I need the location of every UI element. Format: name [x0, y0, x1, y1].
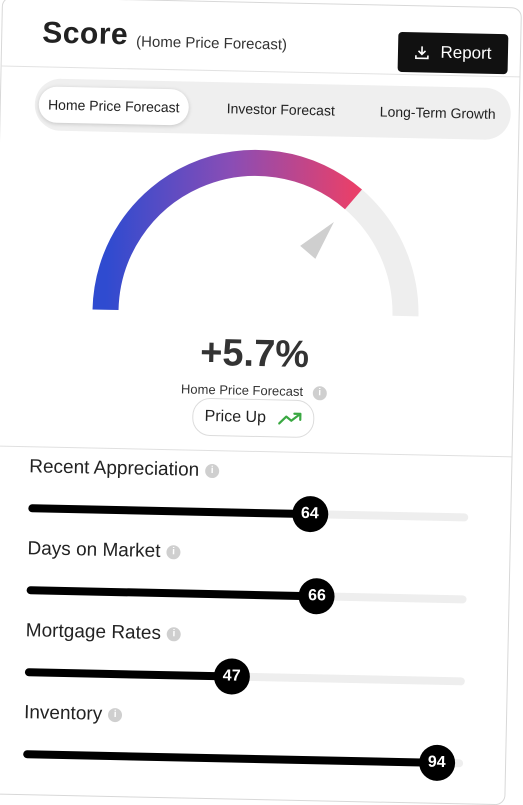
report-button-label: Report	[440, 42, 492, 63]
metric-label-text: Mortgage Rates	[25, 620, 162, 645]
metric-label-text: Inventory	[23, 702, 103, 725]
metric-mortgage-rates: Mortgage Rates i 47	[0, 619, 508, 710]
info-icon[interactable]: i	[312, 385, 327, 401]
metric-days-on-market: Days on Market i 66	[0, 537, 510, 628]
metric-value-knob[interactable]: 94	[418, 744, 456, 782]
info-icon[interactable]: i	[205, 463, 220, 479]
info-icon[interactable]: i	[166, 545, 181, 560]
metric-track: 64	[28, 495, 469, 533]
tab-home-price-forecast[interactable]: Home Price Forecast	[38, 86, 190, 126]
metric-value-knob[interactable]: 47	[213, 658, 251, 695]
metric-label: Mortgage Rates i	[26, 620, 182, 645]
forecast-gauge	[92, 149, 419, 317]
price-trend-label: Price Up	[204, 407, 267, 427]
metric-fill	[24, 668, 232, 681]
metric-label: Days on Market i	[27, 538, 181, 563]
metric-label-text: Days on Market	[27, 538, 161, 562]
metric-label-text: Recent Appreciation	[28, 456, 200, 481]
score-card: Score (Home Price Forecast) Report Home …	[0, 0, 522, 805]
gauge-caption-label: Home Price Forecast	[180, 381, 304, 399]
card-header: Score (Home Price Forecast) Report	[1, 0, 521, 78]
trending-up-icon	[277, 412, 302, 425]
tab-investor-forecast[interactable]: Investor Forecast	[210, 90, 351, 129]
card-title: Score	[41, 16, 129, 52]
metric-track: 47	[24, 658, 465, 695]
metric-label: Recent Appreciation i	[28, 456, 220, 482]
metric-fill	[28, 504, 310, 519]
metric-fill	[23, 750, 437, 767]
card-subtitle: (Home Price Forecast)	[135, 33, 288, 54]
metric-value-knob[interactable]: 64	[291, 495, 329, 533]
forecast-tabs: Home Price Forecast Investor Forecast Lo…	[34, 78, 512, 141]
price-trend-pill: Price Up	[191, 397, 315, 439]
metric-fill	[26, 586, 318, 601]
metric-recent-appreciation: Recent Appreciation i 64	[0, 455, 511, 546]
metric-track: 94	[23, 744, 464, 782]
info-icon[interactable]: i	[108, 707, 123, 723]
report-button[interactable]: Report	[397, 31, 509, 75]
section-divider	[0, 445, 512, 458]
download-icon	[415, 46, 430, 60]
metric-inventory: Inventory i 94	[0, 701, 506, 792]
gauge-pointer-icon	[300, 222, 334, 259]
info-icon[interactable]: i	[166, 627, 182, 642]
tab-long-term-growth[interactable]: Long-Term Growth	[364, 93, 511, 132]
gauge-track	[92, 149, 419, 317]
metric-track: 66	[26, 577, 467, 615]
metric-label: Inventory i	[24, 702, 123, 726]
metric-value-knob[interactable]: 66	[298, 577, 336, 615]
